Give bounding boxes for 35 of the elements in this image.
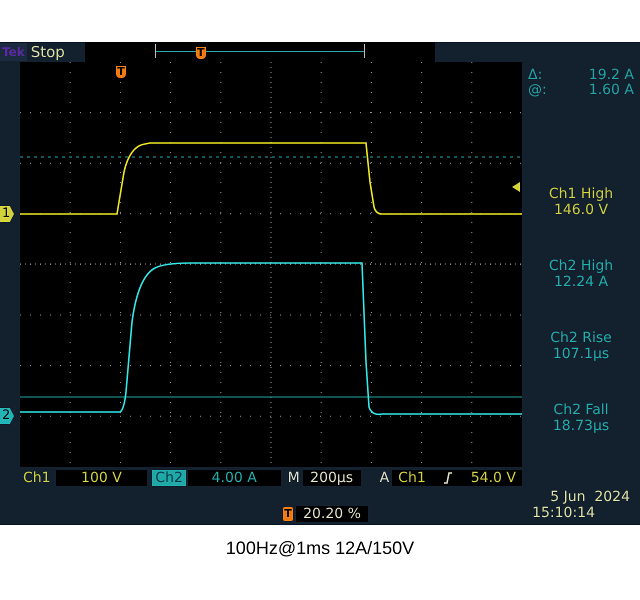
- trigger-source: Ch1: [398, 470, 426, 486]
- timebase-label: M: [286, 470, 301, 486]
- measurement-name: Ch1 High: [548, 186, 614, 202]
- caption: 100Hz@1ms 12A/150V: [226, 538, 414, 558]
- channel-scale: 100 V: [56, 470, 148, 486]
- cursor-value: 1.60 A: [588, 83, 634, 98]
- channel-label[interactable]: Ch2: [152, 470, 186, 486]
- trigger-position-marker: T: [283, 507, 293, 521]
- cursor-label: Δ:: [528, 68, 542, 83]
- trigger-position-marker: T: [196, 47, 206, 59]
- trigger-level: 54.0 V: [470, 470, 516, 486]
- measurement-name: Ch2 Fall: [553, 402, 609, 418]
- trigger-marker: T: [116, 66, 126, 78]
- date-readout: 5 Jun 2024: [550, 489, 630, 505]
- time-readout: 15:10:14: [532, 505, 595, 521]
- measurement-name: Ch2 High: [548, 258, 614, 274]
- channel-marker[interactable]: 2: [0, 408, 14, 424]
- measurement-value: 146.0 V: [554, 202, 608, 218]
- measurement-value: 12.24 A: [554, 274, 608, 290]
- cursor-label: @:: [528, 83, 547, 98]
- measurement-name: Ch2 Rise: [550, 330, 612, 346]
- rising-edge-icon: [443, 472, 454, 484]
- acquisition-status: Stop: [30, 43, 66, 61]
- channel-marker[interactable]: 1: [0, 206, 14, 222]
- cursor-line[interactable]: [20, 156, 522, 158]
- measurement-value: 18.73µs: [552, 418, 610, 434]
- measurement-value: 107.1µs: [552, 346, 610, 362]
- cursor-value: 19.2 A: [588, 68, 634, 83]
- trigger-level-icon: [512, 182, 520, 192]
- trigger-position: 20.20 %: [296, 506, 368, 522]
- timebase-value: 200µs: [302, 470, 361, 486]
- channel-label[interactable]: Ch1: [20, 470, 54, 486]
- brand-logo: Tek: [0, 43, 27, 61]
- channel-scale: 4.00 A: [188, 470, 281, 486]
- trigger-label: A: [378, 470, 390, 486]
